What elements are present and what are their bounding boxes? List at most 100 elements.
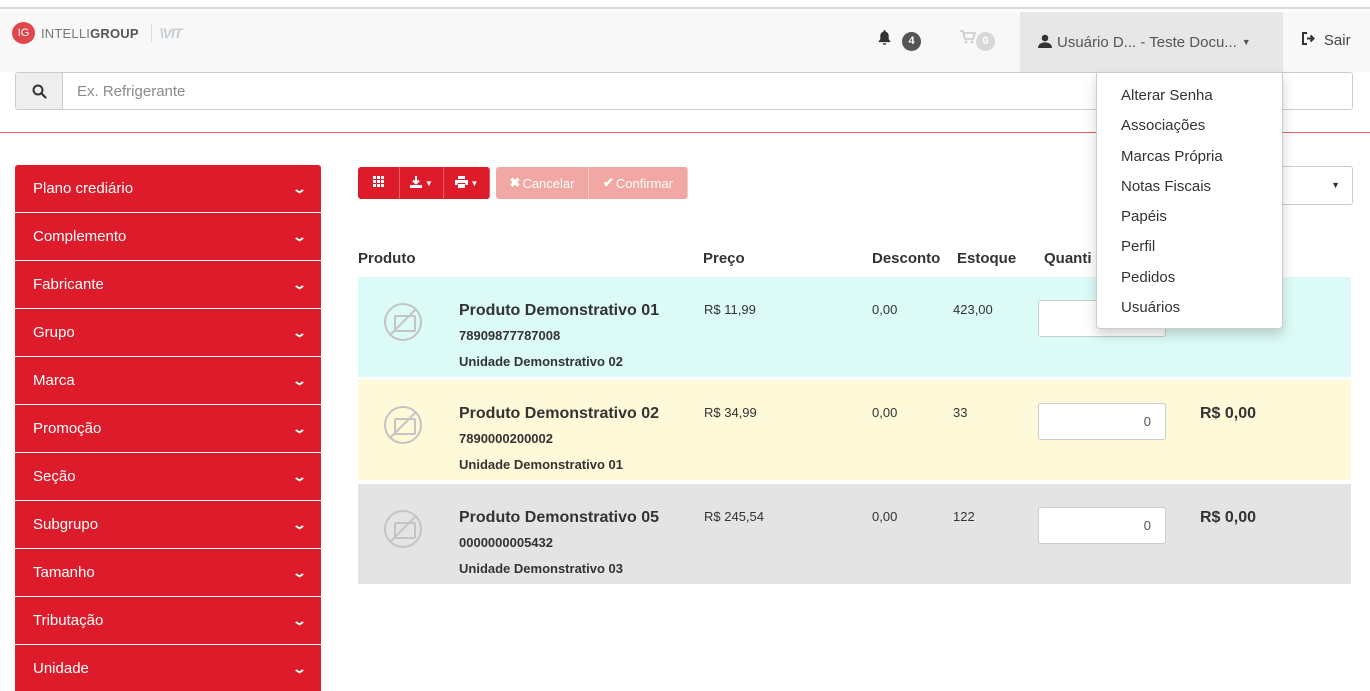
grid-view-button[interactable]: [358, 167, 400, 199]
product-stock: 423,00: [953, 302, 993, 317]
product-unit: Unidade Demonstrativo 02: [459, 354, 623, 369]
no-image-icon: [384, 303, 422, 341]
logout-link[interactable]: Sair: [1302, 32, 1351, 49]
product-code: 0000000005432: [459, 535, 553, 550]
product-unit: Unidade Demonstrativo 03: [459, 561, 623, 576]
sidebar-item-complemento[interactable]: Complemento ⌄: [15, 213, 321, 260]
sidebar-item-grupo[interactable]: Grupo ⌄: [15, 309, 321, 356]
column-header-estoque: Estoque: [957, 250, 1017, 267]
chevron-down-icon: ⌄: [291, 468, 308, 484]
grid-icon: [373, 176, 384, 190]
menu-item-associacoes[interactable]: Associações: [1097, 111, 1282, 141]
caret-down-icon: ▼: [1331, 180, 1340, 190]
column-header-quantidade: Quanti: [1044, 250, 1092, 267]
action-toolbar: ▼ ▼ ✖ Cancelar ✔ Confirmar: [358, 167, 688, 199]
quantity-input[interactable]: [1038, 507, 1166, 544]
sidebar-item-label: Tributação: [33, 612, 104, 629]
sidebar-item-label: Unidade: [33, 660, 89, 677]
product-name: Produto Demonstrativo 02: [459, 405, 660, 422]
product-discount: 0,00: [872, 509, 898, 524]
confirm-button[interactable]: ✔ Confirmar: [589, 167, 688, 199]
user-menu-toggle[interactable]: Usuário D... - Teste Docu... ▼: [1020, 12, 1283, 72]
cancel-button[interactable]: ✖ Cancelar: [496, 167, 589, 199]
sidebar-item-tributacao[interactable]: Tributação ⌄: [15, 597, 321, 644]
sidebar-item-fabricante[interactable]: Fabricante ⌄: [15, 261, 321, 308]
column-header-produto: Produto: [358, 250, 416, 267]
product-unit: Unidade Demonstrativo 01: [459, 457, 623, 472]
product-code: 78909877787008: [459, 328, 561, 343]
sidebar-item-label: Promoção: [33, 420, 102, 437]
user-name: Usuário D... - Teste Docu...: [1057, 33, 1237, 51]
menu-item-pedidos[interactable]: Pedidos: [1097, 263, 1282, 293]
logo-text-light: INTELLI: [41, 25, 91, 41]
caret-down-icon: ▼: [1241, 37, 1251, 47]
user-dropdown-menu: Alterar Senha Associações Marcas Própria…: [1096, 72, 1283, 329]
menu-item-alterar-senha[interactable]: Alterar Senha: [1097, 81, 1282, 111]
chevron-down-icon: ⌄: [291, 180, 308, 196]
chevron-down-icon: ⌄: [291, 420, 308, 436]
logo-badge: IG: [12, 22, 35, 44]
product-total: R$ 0,00: [1200, 405, 1257, 422]
menu-item-notas-fiscais[interactable]: Notas Fiscais: [1097, 172, 1282, 202]
chevron-down-icon: ⌄: [291, 324, 308, 340]
quantity-input[interactable]: [1038, 403, 1166, 440]
cart-icon[interactable]: [960, 30, 977, 47]
notifications-badge[interactable]: 4: [902, 32, 921, 51]
menu-item-usuarios[interactable]: Usuários: [1097, 293, 1282, 323]
product-stock: 122: [953, 509, 975, 524]
close-icon: ✖: [509, 175, 521, 190]
menu-item-papeis[interactable]: Papéis: [1097, 202, 1282, 232]
sidebar-item-plano-crediario[interactable]: Plano crediário ⌄: [15, 165, 321, 212]
sidebar-item-tamanho[interactable]: Tamanho ⌄: [15, 549, 321, 596]
product-name: Produto Demonstrativo 05: [459, 509, 660, 526]
product-total: R$ 0,00: [1200, 509, 1257, 526]
table-row: Produto Demonstrativo 05 0000000005432 U…: [358, 484, 1351, 584]
product-price: R$ 11,99: [704, 302, 756, 317]
bell-icon[interactable]: [878, 30, 891, 48]
sidebar-item-label: Grupo: [33, 324, 75, 341]
product-price: R$ 34,99: [704, 405, 757, 420]
sidebar-item-subgrupo[interactable]: Subgrupo ⌄: [15, 501, 321, 548]
product-discount: 0,00: [872, 302, 898, 317]
menu-item-perfil[interactable]: Perfil: [1097, 232, 1282, 262]
sidebar-item-label: Subgrupo: [33, 516, 99, 533]
product-price: R$ 245,54: [704, 509, 764, 524]
filter-sidebar: Plano crediário ⌄ Complemento ⌄ Fabricante…: [15, 165, 321, 691]
download-icon: [410, 175, 423, 191]
sidebar-item-label: Complemento: [33, 228, 127, 245]
product-stock: 33: [953, 405, 968, 420]
user-icon: [1038, 34, 1052, 51]
logo-text-bold: GROUP: [90, 25, 139, 41]
no-image-icon: [384, 406, 422, 444]
chevron-down-icon: ⌄: [291, 228, 308, 244]
chevron-down-icon: ⌄: [291, 564, 308, 580]
sidebar-item-label: Fabricante: [33, 276, 104, 293]
caret-down-icon: ▼: [470, 178, 479, 188]
download-button[interactable]: ▼: [400, 167, 444, 199]
column-header-desconto: Desconto: [872, 250, 941, 267]
chevron-down-icon: ⌄: [291, 612, 308, 628]
sidebar-item-label: Tamanho: [33, 564, 95, 581]
caret-down-icon: ▼: [425, 178, 433, 188]
product-discount: 0,00: [872, 405, 898, 420]
partner-logo: \VIT: [159, 25, 183, 41]
sidebar-item-label: Marca: [33, 372, 75, 389]
cart-badge[interactable]: 0: [976, 32, 995, 51]
sidebar-item-unidade[interactable]: Unidade ⌄: [15, 645, 321, 691]
cancel-label: Cancelar: [522, 175, 575, 191]
confirm-label: Confirmar: [615, 175, 673, 191]
chevron-down-icon: ⌄: [291, 276, 308, 292]
sidebar-item-marca[interactable]: Marca ⌄: [15, 357, 321, 404]
logo-divider: [150, 24, 152, 42]
product-name: Produto Demonstrativo 01: [459, 302, 660, 319]
sidebar-item-promocao[interactable]: Promoção ⌄: [15, 405, 321, 452]
logo-text: INTELLIGROUP: [41, 26, 139, 41]
product-code: 7890000200002: [459, 431, 553, 446]
print-button[interactable]: ▼: [444, 167, 490, 199]
menu-item-marcas-propria[interactable]: Marcas Própria: [1097, 142, 1282, 172]
search-icon[interactable]: [16, 73, 63, 109]
brand-logo[interactable]: IG INTELLIGROUP \VIT: [12, 22, 183, 44]
sidebar-item-label: Seção: [33, 468, 76, 485]
sidebar-item-secao[interactable]: Seção ⌄: [15, 453, 321, 500]
check-icon: ✔: [603, 175, 614, 190]
